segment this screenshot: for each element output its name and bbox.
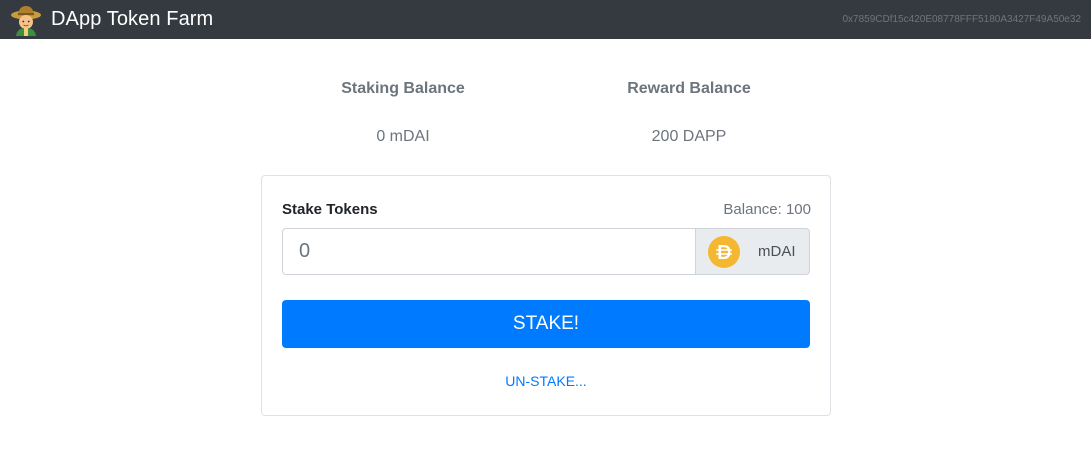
staking-balance-value: 0 mDAI [376, 128, 430, 145]
stake-button[interactable]: STAKE! [282, 300, 810, 348]
wallet-balance: Balance: 100 [723, 201, 811, 218]
staking-balance-label: Staking Balance [341, 80, 465, 97]
staking-balance-cell: 0 mDAI [288, 128, 518, 146]
stake-amount-input[interactable] [282, 228, 695, 275]
reward-balance-value: 200 DAPP [651, 128, 727, 145]
staking-balance-heading: Staking Balance [288, 80, 518, 98]
dai-icon [708, 236, 740, 268]
brand-link[interactable]: DApp Token Farm [10, 4, 214, 36]
navbar: DApp Token Farm 0x7859CDf15c420E08778FFF… [0, 0, 1091, 39]
reward-balance-label: Reward Balance [627, 80, 751, 97]
reward-balance-cell: 200 DAPP [574, 128, 804, 146]
unstake-button[interactable]: UN-STAKE... [462, 370, 630, 392]
app-title: DApp Token Farm [51, 8, 214, 30]
farmer-emoji-icon [11, 5, 41, 36]
stake-card: Stake Tokens Balance: 100 mDAI STAKE! UN… [261, 175, 831, 416]
token-unit-label: mDAI [758, 243, 796, 260]
account-address: 0x7859CDf15c420E08778FFF5180A3427F49A50e… [842, 14, 1081, 25]
stake-tokens-label: Stake Tokens [282, 201, 378, 218]
amount-input-group: mDAI [282, 228, 810, 275]
reward-balance-heading: Reward Balance [574, 80, 804, 98]
token-unit-addon: mDAI [695, 228, 810, 275]
